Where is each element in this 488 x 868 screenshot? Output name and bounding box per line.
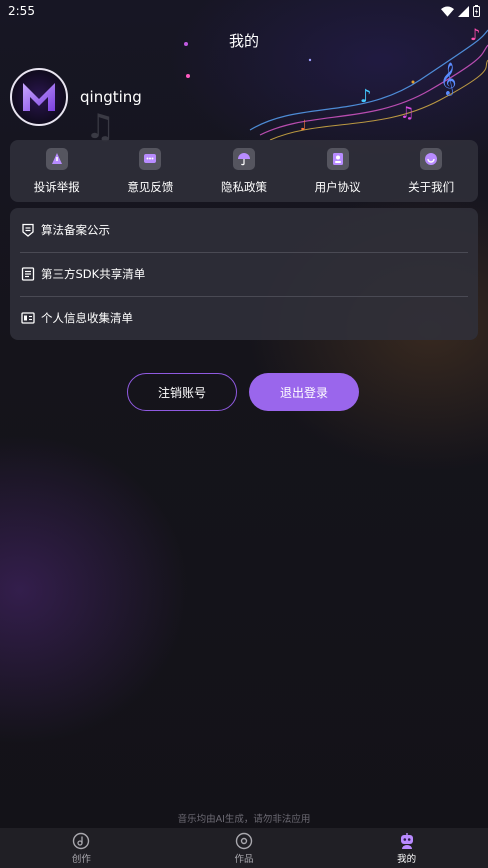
wifi-icon [441,6,454,17]
tab-label: 作品 [234,854,254,865]
settings-list-card: 算法备案公示 第三方SDK共享清单 个人信息收集清单 [10,208,478,340]
quick-action-label: 意见反馈 [127,180,174,194]
bottom-tab-bar: 创作 作品 我的 [0,828,488,868]
svg-text:♩: ♩ [300,118,307,134]
list-item-label: 个人信息收集清单 [41,311,133,325]
list-item-label: 第三方SDK共享清单 [41,267,146,281]
disc-icon [235,832,253,850]
list-item-label: 算法备案公示 [41,223,110,237]
signal-icon [458,5,469,17]
cancel-account-button[interactable]: 注销账号 [127,373,237,411]
quick-action-label: 隐私政策 [220,180,267,194]
status-bar: 2:55 [0,0,488,22]
quick-action-label: 关于我们 [408,180,455,194]
info-card-icon [21,311,35,325]
report-icon [45,148,68,170]
quick-action-agreement[interactable]: 用户协议 [291,140,385,202]
page-title: 我的 [228,32,259,50]
shield-doc-icon [21,223,35,237]
avatar-logo-icon [23,83,55,111]
avatar[interactable] [10,68,68,126]
quick-actions-card: 投诉举报 意见反馈 隐私政策 用户协议 关于我们 [10,140,478,202]
tab-mine[interactable]: 我的 [325,828,488,868]
tab-create[interactable]: 创作 [0,828,163,868]
tab-label: 我的 [397,854,417,865]
about-us-icon [420,148,443,170]
ai-disclaimer: 音乐均由AI生成，请勿非法应用 [177,814,311,825]
svg-text:𝄞: 𝄞 [440,62,457,96]
list-item-algorithm-filing[interactable]: 算法备案公示 [10,208,468,252]
user-agreement-icon [326,148,349,170]
music-create-icon [73,832,90,850]
tab-label: 创作 [71,854,91,865]
quick-action-label: 投诉举报 [33,180,80,194]
list-item-personal-info[interactable]: 个人信息收集清单 [10,296,468,340]
robot-profile-icon [400,833,413,849]
quick-action-privacy[interactable]: 隐私政策 [197,140,291,202]
privacy-umbrella-icon [232,148,255,170]
list-item-third-party-sdk[interactable]: 第三方SDK共享清单 [10,252,468,296]
document-list-icon [21,267,35,281]
quick-action-label: 用户协议 [314,180,361,194]
status-icons [441,5,480,17]
quick-action-about[interactable]: 关于我们 [384,140,478,202]
feedback-icon [139,148,162,170]
tab-works[interactable]: 作品 [163,828,326,868]
profile-section[interactable]: qingting [10,68,142,126]
status-time: 2:55 [8,4,35,18]
logout-button[interactable]: 退出登录 [249,373,359,411]
battery-icon [473,5,480,17]
quick-action-feedback[interactable]: 意见反馈 [104,140,198,202]
svg-text:♫: ♫ [400,103,414,122]
username: qingting [80,88,142,106]
svg-text:♪: ♪ [360,86,372,107]
quick-action-report[interactable]: 投诉举报 [10,140,104,202]
